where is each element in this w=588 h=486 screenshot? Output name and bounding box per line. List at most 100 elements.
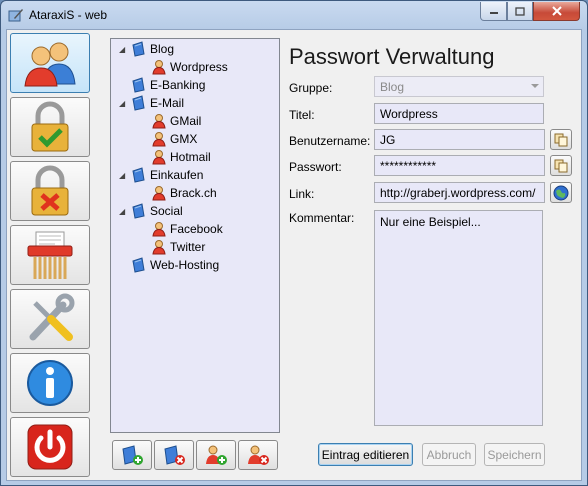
copy-password-button[interactable] bbox=[550, 155, 572, 176]
tree-item-label: Web-Hosting bbox=[150, 258, 220, 272]
tree-item-label: Einkaufen bbox=[150, 168, 204, 182]
tree-account-item[interactable]: GMX bbox=[151, 130, 197, 148]
folder-book-icon bbox=[131, 77, 147, 93]
title-bar: AtaraxiS - web bbox=[1, 1, 587, 29]
username-field[interactable]: JG bbox=[374, 129, 545, 150]
group-select-value: Blog bbox=[380, 80, 405, 94]
tree-item-label: Twitter bbox=[170, 240, 206, 254]
comment-label: Kommentar: bbox=[289, 211, 355, 225]
tree-item-label: E-Banking bbox=[150, 78, 206, 92]
nav-unlock-button[interactable] bbox=[10, 97, 90, 157]
add-account-icon bbox=[206, 445, 227, 465]
info-icon bbox=[27, 360, 73, 406]
tree-account-item[interactable]: Facebook bbox=[151, 220, 223, 238]
user-icon bbox=[151, 59, 167, 75]
users-icon bbox=[24, 42, 76, 87]
chevron-down-icon bbox=[531, 84, 539, 88]
remove-group-icon bbox=[164, 445, 185, 465]
tree-item-label: Brack.ch bbox=[170, 186, 217, 200]
open-link-button[interactable] bbox=[550, 182, 572, 203]
remove-group-button[interactable] bbox=[154, 440, 194, 470]
user-icon bbox=[151, 131, 167, 147]
nav-exit-button[interactable] bbox=[10, 417, 90, 477]
app-window: AtaraxiS - web ◢ Blog Wordpress E-Bankin… bbox=[0, 0, 588, 486]
tree-item-label: Wordpress bbox=[170, 60, 228, 74]
tree-group-item[interactable]: ◢ Einkaufen bbox=[119, 166, 203, 184]
tree-item-label: Blog bbox=[150, 42, 175, 56]
user-icon bbox=[151, 149, 167, 165]
window-title: AtaraxiS - web bbox=[29, 8, 108, 22]
tree-group-item[interactable]: ◢ E-Mail bbox=[119, 94, 184, 112]
copy-icon bbox=[554, 159, 568, 172]
folder-book-icon bbox=[131, 95, 147, 111]
lock-cross-icon bbox=[31, 165, 69, 216]
tree-item-label: Hotmail bbox=[170, 150, 211, 164]
folder-book-icon bbox=[131, 41, 147, 57]
tools-icon bbox=[29, 293, 75, 341]
user-icon bbox=[151, 113, 167, 129]
group-label: Gruppe: bbox=[289, 81, 333, 95]
nav-users-button[interactable] bbox=[10, 33, 90, 93]
user-icon bbox=[151, 185, 167, 201]
username-label: Benutzername: bbox=[289, 134, 371, 148]
title-field[interactable]: Wordpress bbox=[374, 103, 544, 124]
password-label: Passwort: bbox=[289, 160, 342, 174]
maximize-button[interactable] bbox=[507, 2, 533, 21]
app-logo-icon bbox=[8, 9, 23, 22]
nav-settings-button[interactable] bbox=[10, 289, 90, 349]
cancel-button[interactable]: Abbruch bbox=[422, 443, 476, 466]
user-icon bbox=[151, 239, 167, 255]
tree-group-item[interactable]: E-Banking bbox=[119, 76, 205, 94]
add-group-icon bbox=[122, 445, 143, 465]
copy-username-button[interactable] bbox=[550, 129, 572, 150]
tree-account-item[interactable]: Brack.ch bbox=[151, 184, 217, 202]
title-label: Titel: bbox=[289, 108, 315, 122]
folder-book-icon bbox=[131, 167, 147, 183]
close-button[interactable] bbox=[533, 2, 580, 21]
save-button[interactable]: Speichern bbox=[484, 443, 545, 466]
lock-check-icon bbox=[31, 101, 69, 152]
expand-triangle-icon[interactable]: ◢ bbox=[119, 99, 128, 108]
remove-account-button[interactable] bbox=[238, 440, 278, 470]
user-icon bbox=[151, 221, 167, 237]
copy-icon bbox=[554, 133, 568, 146]
password-field[interactable]: ************ bbox=[374, 155, 545, 176]
globe-icon bbox=[553, 185, 569, 200]
minimize-icon bbox=[489, 12, 498, 14]
tree-account-item[interactable]: Wordpress bbox=[151, 58, 228, 76]
tree-account-item[interactable]: GMail bbox=[151, 112, 201, 130]
tree-item-label: Facebook bbox=[170, 222, 223, 236]
shredder-icon bbox=[27, 231, 73, 279]
tree-account-item[interactable]: Twitter bbox=[151, 238, 205, 256]
page-title: Passwort Verwaltung bbox=[289, 44, 495, 69]
close-icon bbox=[551, 6, 562, 16]
nav-info-button[interactable] bbox=[10, 353, 90, 413]
tree-group-item[interactable]: ◢ Social bbox=[119, 202, 183, 220]
tree-item-label: Social bbox=[150, 204, 183, 218]
group-select: Blog bbox=[374, 76, 544, 97]
main-content: ◢ Blog Wordpress E-Banking ◢ E-Mail GMail GMX Ho… bbox=[6, 29, 582, 481]
tree-account-item[interactable]: Hotmail bbox=[151, 148, 211, 166]
tree-group-item[interactable]: Web-Hosting bbox=[119, 256, 219, 274]
expand-triangle-icon[interactable]: ◢ bbox=[119, 45, 128, 54]
tree-item-label: E-Mail bbox=[150, 96, 185, 110]
folder-book-icon bbox=[131, 203, 147, 219]
remove-account-icon bbox=[248, 445, 269, 465]
expand-triangle-icon[interactable]: ◢ bbox=[119, 207, 128, 216]
power-icon bbox=[27, 424, 73, 470]
add-group-button[interactable] bbox=[112, 440, 152, 470]
entry-tree[interactable]: ◢ Blog Wordpress E-Banking ◢ E-Mail GMail GMX Ho… bbox=[110, 38, 280, 433]
folder-book-icon bbox=[131, 257, 147, 273]
expand-triangle-icon[interactable]: ◢ bbox=[119, 171, 128, 180]
add-account-button[interactable] bbox=[196, 440, 236, 470]
nav-lock-button[interactable] bbox=[10, 161, 90, 221]
link-field[interactable]: http://graberj.wordpress.com/ bbox=[374, 182, 545, 203]
link-label: Link: bbox=[289, 187, 315, 201]
tree-item-label: GMX bbox=[170, 132, 198, 146]
edit-entry-button[interactable]: Eintrag editieren bbox=[318, 443, 413, 466]
comment-textarea[interactable]: Nur eine Beispiel... bbox=[374, 210, 543, 426]
tree-group-item[interactable]: ◢ Blog bbox=[119, 40, 174, 58]
nav-shredder-button[interactable] bbox=[10, 225, 90, 285]
minimize-button[interactable] bbox=[480, 2, 507, 21]
tree-item-label: GMail bbox=[170, 114, 202, 128]
